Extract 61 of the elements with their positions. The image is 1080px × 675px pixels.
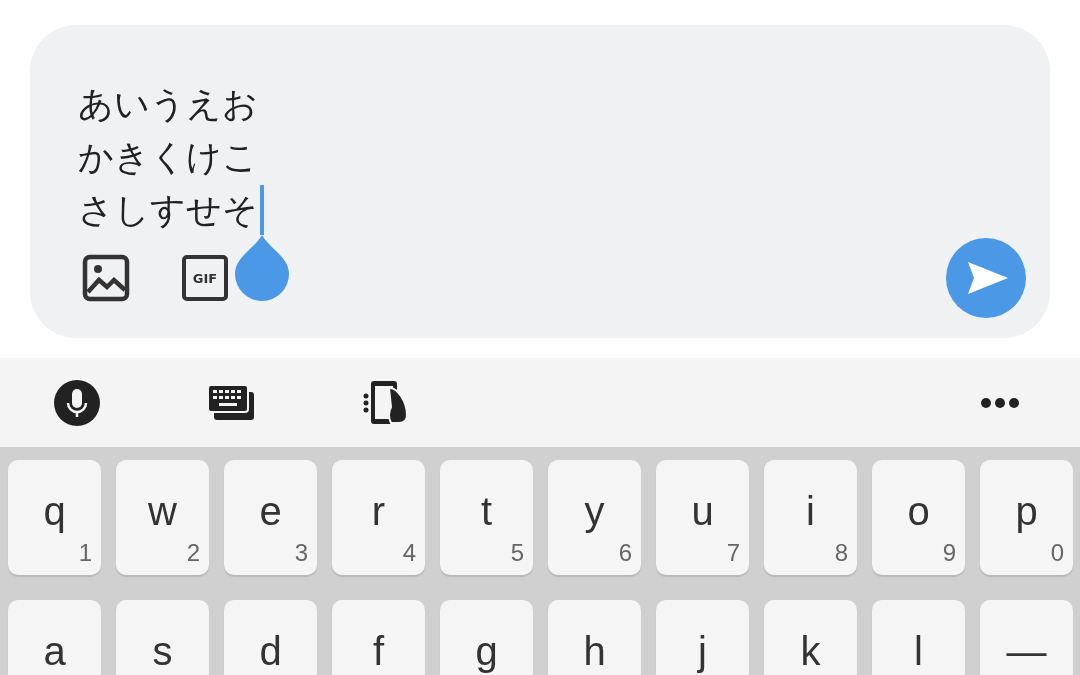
keyboard-key[interactable]: a	[8, 600, 101, 675]
key-hint: 1	[78, 539, 92, 567]
key-letter: p	[1015, 488, 1038, 534]
keyboard-key[interactable]: q 1	[8, 460, 101, 575]
message-text-line: かきくけこ	[78, 135, 258, 179]
more-icon[interactable]	[980, 396, 1020, 409]
keyboard-key[interactable]: y 6	[548, 460, 641, 575]
key-hint: 9	[942, 539, 956, 567]
keyboard-key[interactable]: j	[656, 600, 749, 675]
microphone-icon[interactable]	[53, 378, 101, 427]
keyboard-key[interactable]: —	[980, 600, 1073, 675]
key-hint: 6	[618, 539, 632, 567]
key-letter: r	[371, 488, 386, 534]
key-letter: —	[1006, 628, 1047, 674]
key-letter: a	[43, 628, 66, 674]
key-letter: g	[475, 628, 498, 674]
keyboard-key[interactable]: e 3	[224, 460, 317, 575]
cursor-handle[interactable]	[235, 234, 289, 301]
keyboard-key[interactable]: k	[764, 600, 857, 675]
keyboard-key[interactable]: r 4	[332, 460, 425, 575]
message-composer[interactable]: あいうえお かきくけこ さしすせそ GIF	[30, 25, 1050, 338]
key-letter: i	[806, 488, 815, 534]
keyboard-key[interactable]: d	[224, 600, 317, 675]
message-text-line: あいうえお	[78, 82, 258, 126]
key-letter: u	[691, 488, 714, 534]
key-letter: l	[914, 628, 923, 674]
key-letter: t	[480, 488, 493, 534]
keyboard-key[interactable]: o 9	[872, 460, 965, 575]
keyboard-key[interactable]: p 0	[980, 460, 1073, 575]
key-letter: j	[698, 628, 707, 674]
keyboard-key[interactable]: u 7	[656, 460, 749, 575]
keyboard-key[interactable]: t 5	[440, 460, 533, 575]
key-letter: d	[259, 628, 282, 674]
key-letter: q	[43, 488, 66, 534]
keyboard-key[interactable]: w 2	[116, 460, 209, 575]
gif-button[interactable]: GIF	[182, 255, 228, 301]
keyboard-key[interactable]: l	[872, 600, 965, 675]
key-letter: h	[583, 628, 606, 674]
key-letter: o	[907, 488, 930, 534]
key-letter: y	[584, 488, 605, 534]
key-letter: f	[372, 628, 385, 674]
key-hint: 0	[1050, 539, 1064, 567]
image-icon[interactable]	[82, 254, 130, 302]
keyboard-key[interactable]: h	[548, 600, 641, 675]
keyboard-key[interactable]: i 8	[764, 460, 857, 575]
keyboard-key[interactable]: s	[116, 600, 209, 675]
send-button[interactable]	[946, 238, 1026, 318]
key-hint: 3	[294, 539, 308, 567]
key-hint: 4	[402, 539, 416, 567]
keyboard-key[interactable]: g	[440, 600, 533, 675]
text-cursor	[260, 184, 264, 235]
key-letter: w	[148, 488, 177, 534]
key-hint: 2	[186, 539, 200, 567]
keyboard-key[interactable]: f	[332, 600, 425, 675]
key-letter: s	[152, 628, 173, 674]
key-letter: e	[259, 488, 282, 534]
message-text-line: さしすせそ	[78, 188, 258, 232]
key-hint: 5	[510, 539, 524, 567]
key-hint: 8	[834, 539, 848, 567]
key-hint: 7	[726, 539, 740, 567]
key-letter: k	[800, 628, 821, 674]
